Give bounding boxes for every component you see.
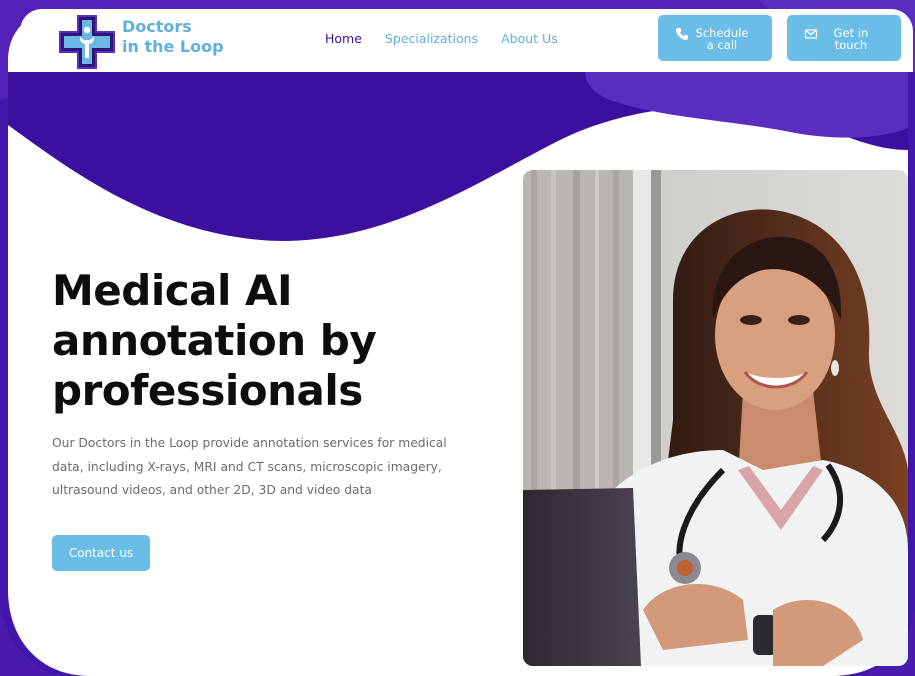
get-in-touch-line-2: touch: [834, 38, 868, 52]
medical-cross-logo-icon[interactable]: [58, 14, 116, 70]
hero-headline: Medical AI annotation by professionals: [52, 266, 492, 416]
nav-about-us[interactable]: About Us: [501, 31, 558, 46]
schedule-call-line-2: a call: [706, 38, 738, 52]
schedule-call-button[interactable]: Schedule a call: [658, 15, 772, 61]
nav-home[interactable]: Home: [325, 31, 362, 46]
mail-icon: [804, 29, 818, 39]
doctor-photo: [523, 170, 908, 666]
headline-line-3: professionals: [52, 366, 363, 415]
get-in-touch-button[interactable]: Get in touch: [787, 15, 901, 61]
contact-us-button[interactable]: Contact us: [52, 535, 150, 571]
nav-specializations[interactable]: Specializations: [385, 31, 478, 46]
get-in-touch-label: Get in touch: [829, 27, 873, 51]
site-header: Doctors in the Loop Home Specializations…: [20, 9, 913, 72]
hero-description: Our Doctors in the Loop provide annotati…: [52, 436, 447, 497]
headline-line-2: annotation by: [52, 316, 377, 365]
brand-line-2: in the Loop: [122, 37, 224, 56]
phone-icon: [676, 28, 688, 40]
headline-line-1: Medical AI: [52, 266, 293, 315]
brand-line-1: Doctors: [122, 17, 192, 36]
page: Doctors in the Loop Home Specializations…: [0, 0, 915, 676]
brand-name: Doctors in the Loop: [122, 17, 224, 57]
schedule-call-label: Schedule a call: [694, 27, 750, 51]
main-nav: Home Specializations About Us: [325, 31, 558, 46]
